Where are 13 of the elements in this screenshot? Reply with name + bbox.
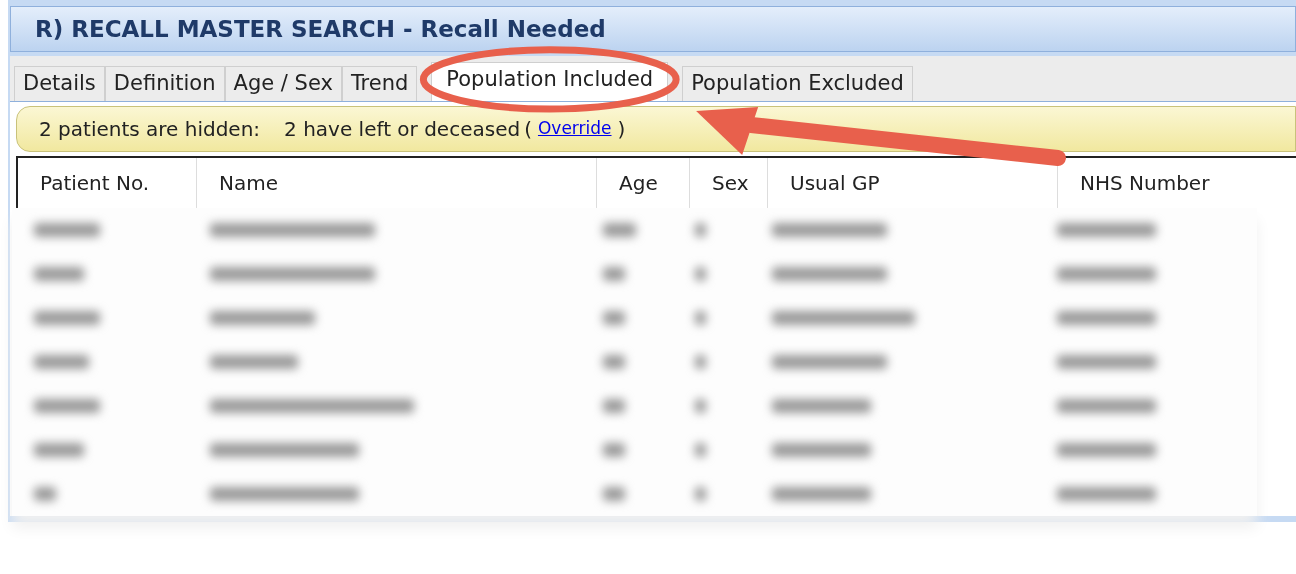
window-title: R) RECALL MASTER SEARCH - Recall Needed	[10, 6, 1296, 52]
tab[interactable]: Age / Sex	[224, 65, 342, 101]
tab[interactable]: Details	[14, 65, 105, 101]
parenthesis: (	[524, 116, 532, 143]
tab[interactable]: Population Excluded	[682, 65, 913, 101]
column-header[interactable]: NHS Number	[1058, 158, 1284, 208]
parenthesis: )	[617, 116, 626, 143]
tab[interactable]: Population Included	[431, 61, 669, 101]
hidden-reason-text: 2 have left or deceased	[284, 116, 521, 143]
hidden-count-text: 2 patients are hidden:	[39, 116, 261, 143]
override-link[interactable]: Override	[531, 116, 618, 142]
tab[interactable]: Definition	[104, 65, 225, 101]
tab[interactable]: Trend	[341, 65, 418, 101]
